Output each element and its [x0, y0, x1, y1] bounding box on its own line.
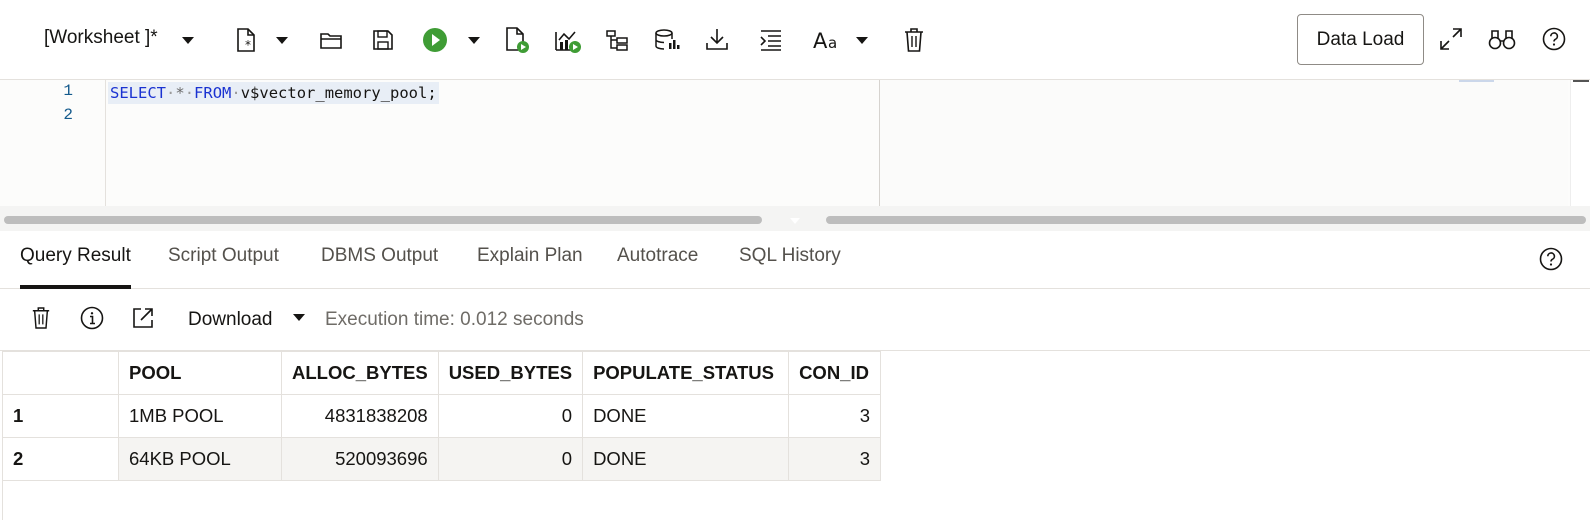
run-statement-icon[interactable] — [421, 26, 449, 54]
delete-icon[interactable] — [902, 26, 926, 54]
format-icon[interactable] — [758, 27, 784, 53]
sql-keyword: FROM — [194, 84, 232, 102]
panel-splitter[interactable] — [0, 206, 1590, 231]
download-icon[interactable] — [704, 26, 730, 52]
row-number[interactable]: 2 — [2, 437, 119, 481]
sql-wildcard: * — [175, 84, 185, 102]
row-number[interactable]: 1 — [2, 394, 119, 438]
line-number: 1 — [63, 82, 73, 100]
execution-time: Execution time: 0.012 seconds — [325, 309, 584, 330]
sql-keyword: SELECT — [110, 84, 166, 102]
font-icon[interactable]: Aa — [812, 27, 842, 53]
worksheet-dropdown-caret[interactable] — [180, 34, 196, 46]
cell-alloc-bytes[interactable]: 520093696 — [281, 437, 439, 481]
new-file-icon[interactable]: * — [233, 26, 259, 54]
database-icon[interactable] — [654, 27, 680, 53]
cell-pool[interactable]: 64KB POOL — [118, 437, 282, 481]
svg-text:*: * — [245, 38, 251, 52]
cell-used-bytes[interactable]: 0 — [437, 394, 584, 438]
cell-populate-status[interactable]: DONE — [582, 437, 790, 481]
run-dropdown-caret[interactable] — [466, 34, 482, 46]
cell-con-id[interactable]: 3 — [788, 437, 882, 481]
query-result-grid: POOL ALLOC_BYTES USED_BYTES POPULATE_STA… — [2, 351, 882, 481]
line-number: 2 — [63, 106, 73, 124]
svg-text:A: A — [813, 29, 828, 52]
explain-plan-icon[interactable] — [604, 27, 630, 53]
find-icon[interactable] — [1488, 27, 1516, 51]
tab-query-result[interactable]: Query Result — [20, 245, 131, 289]
worksheet-title[interactable]: [Worksheet ]* — [44, 27, 158, 49]
cell-pool[interactable]: 1MB POOL — [118, 394, 282, 438]
column-header-alloc-bytes[interactable]: ALLOC_BYTES — [281, 351, 439, 395]
open-folder-icon[interactable] — [318, 27, 344, 53]
cell-alloc-bytes[interactable]: 4831838208 — [281, 394, 439, 438]
new-file-dropdown-caret[interactable] — [274, 34, 290, 46]
run-script-icon[interactable] — [503, 26, 531, 54]
horizontal-scrollbar-thumb[interactable] — [4, 216, 762, 224]
editor-right-pane — [880, 80, 1568, 206]
data-load-button[interactable]: Data Load — [1297, 14, 1424, 65]
open-external-icon[interactable] — [131, 306, 155, 330]
cell-con-id[interactable]: 3 — [788, 394, 882, 438]
font-dropdown-caret[interactable] — [854, 34, 870, 46]
column-header-pool[interactable]: POOL — [118, 351, 282, 395]
tab-script-output[interactable]: Script Output — [168, 245, 279, 289]
expand-icon[interactable] — [1438, 26, 1464, 52]
download-menu-button[interactable]: Download — [188, 309, 273, 331]
result-toolbar: Download Execution time: 0.012 seconds — [0, 289, 1590, 351]
tab-dbms-output[interactable]: DBMS Output — [321, 245, 438, 289]
clear-results-icon[interactable] — [30, 305, 52, 331]
svg-text:a: a — [828, 34, 837, 52]
minimap-marker — [1459, 80, 1494, 82]
autotrace-icon[interactable] — [553, 26, 583, 54]
help-icon[interactable] — [1541, 26, 1567, 52]
sql-table-name: v$vector_memory_pool; — [240, 84, 437, 102]
sql-code-line[interactable]: SELECT·*·FROM·v$vector_memory_pool; — [108, 82, 439, 104]
table-row[interactable]: 1 1MB POOL 4831838208 0 DONE 3 — [2, 394, 882, 438]
worksheet-toolbar: [Worksheet ]* * Aa Data Load — [0, 0, 1590, 80]
editor-vertical-scrollbar[interactable] — [1570, 80, 1590, 206]
tab-sql-history[interactable]: SQL History — [739, 245, 841, 289]
chevron-down-icon[interactable] — [790, 218, 800, 224]
row-number-header — [2, 351, 119, 395]
cell-used-bytes[interactable]: 0 — [437, 437, 584, 481]
cell-populate-status[interactable]: DONE — [582, 394, 790, 438]
column-header-used-bytes[interactable]: USED_BYTES — [437, 351, 584, 395]
help-icon[interactable] — [1538, 246, 1564, 272]
horizontal-scrollbar-track[interactable] — [826, 216, 1586, 224]
tab-autotrace[interactable]: Autotrace — [617, 245, 698, 289]
info-icon[interactable] — [80, 306, 104, 330]
save-icon[interactable] — [370, 27, 396, 53]
output-tabs: Query Result Script Output DBMS Output E… — [0, 231, 1590, 289]
column-header-populate-status[interactable]: POPULATE_STATUS — [582, 351, 790, 395]
grid-header-row: POOL ALLOC_BYTES USED_BYTES POPULATE_STA… — [2, 351, 882, 395]
table-row[interactable]: 2 64KB POOL 520093696 0 DONE 3 — [2, 437, 882, 481]
download-dropdown-caret[interactable] — [291, 311, 307, 323]
line-number-gutter: 1 2 — [2, 80, 106, 206]
column-header-con-id[interactable]: CON_ID — [788, 351, 882, 395]
tab-explain-plan[interactable]: Explain Plan — [477, 245, 583, 289]
